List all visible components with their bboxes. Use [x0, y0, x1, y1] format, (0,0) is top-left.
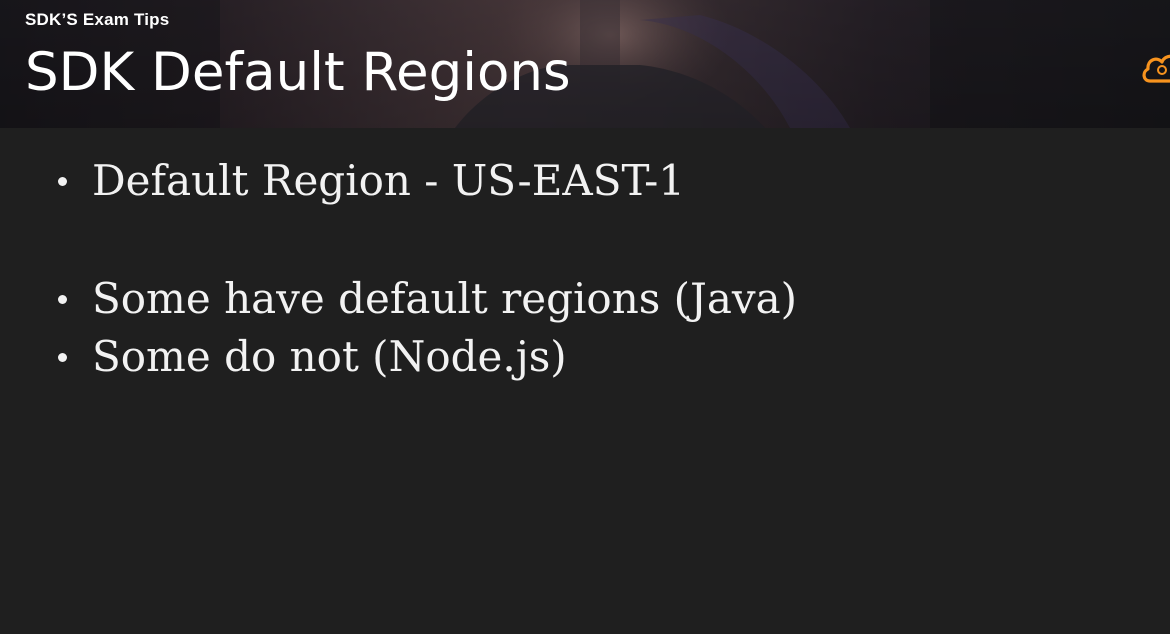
slide-content: Default Region - US-EAST-1 Some have def…: [0, 128, 1170, 634]
bullet-dot-icon: [58, 352, 67, 362]
bullet-item: Some have default regions (Java): [58, 278, 797, 320]
bullet-item: Some do not (Node.js): [58, 336, 567, 378]
slide-title: SDK Default Regions: [25, 42, 571, 103]
slide: SDK’S Exam Tips SDK Default Regions Defa…: [0, 0, 1170, 634]
bullet-text: Default Region - US-EAST-1: [92, 156, 686, 205]
bullet-text: Some do not (Node.js): [92, 332, 567, 381]
section-label: SDK’S Exam Tips: [25, 10, 170, 29]
bullet-dot-icon: [58, 294, 67, 304]
bullet-item: Default Region - US-EAST-1: [58, 160, 685, 202]
bullet-text: Some have default regions (Java): [92, 274, 798, 323]
cloud-icon: [1142, 54, 1170, 83]
bullet-dot-icon: [58, 176, 67, 186]
slide-header: SDK’S Exam Tips SDK Default Regions: [0, 0, 1170, 128]
